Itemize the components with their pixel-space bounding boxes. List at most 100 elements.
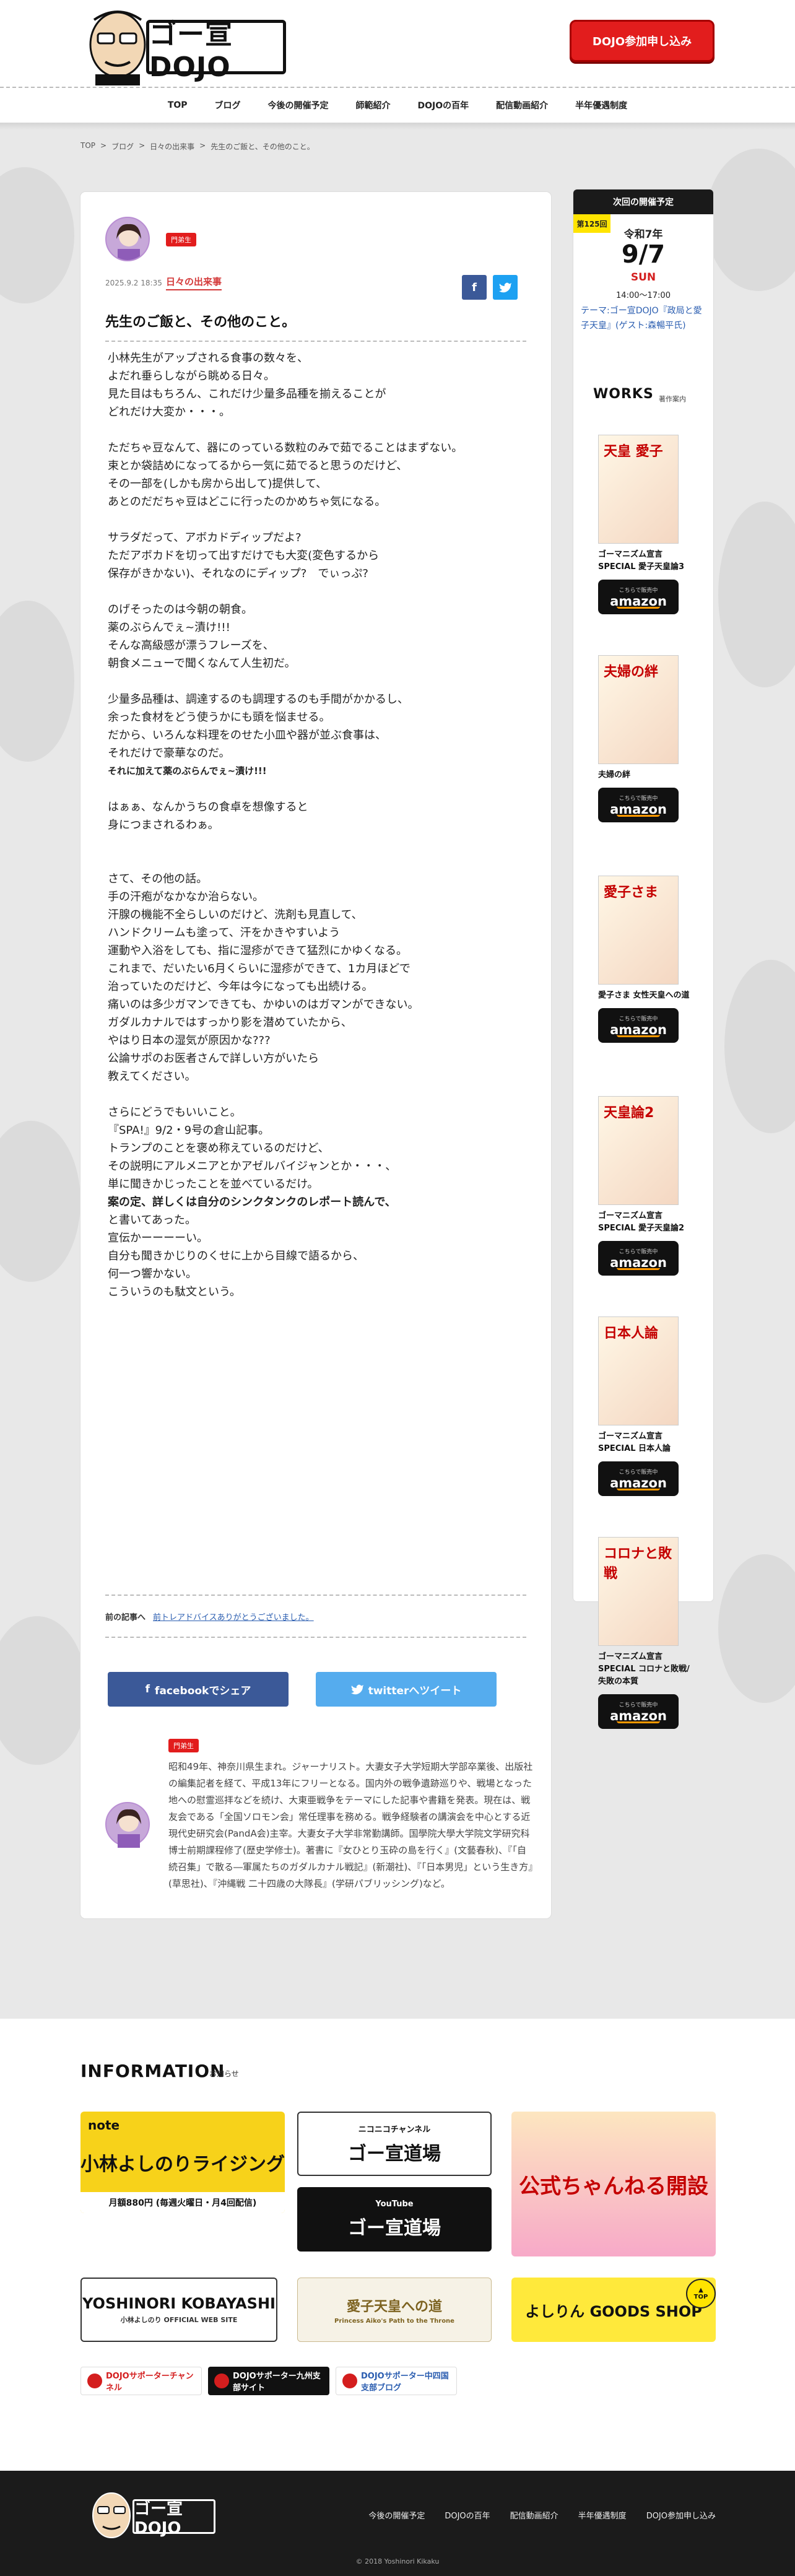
supporter-channel-link[interactable]: DOJOサポーターチャンネル <box>80 2367 202 2395</box>
logo-wordmark: ゴー宣DOJO <box>146 19 286 83</box>
supporter-chushikoku-link[interactable]: DOJOサポーター中四国支部ブログ <box>336 2367 457 2395</box>
post-paragraph: サラダだって、アボカドディップだよ? ただアボカドを切って出すだけでも大変(変色… <box>108 531 380 580</box>
nav-item-top[interactable]: TOP <box>154 100 201 110</box>
author-profile-avatar[interactable] <box>105 1802 150 1848</box>
post-paragraph: さらにどうでもいいこと。 『SPA!』9/2・9号の倉山記事。 トランプのことを… <box>108 1106 397 1191</box>
book-cover[interactable]: コロナと敗戦 <box>598 1537 679 1646</box>
nav-item-benefit[interactable]: 半年優遇制度 <box>562 99 641 111</box>
background-figure <box>718 1554 795 1703</box>
supporter-logo-icon <box>214 2374 229 2388</box>
note-logo-icon: note <box>88 2118 120 2133</box>
official-channel-banner[interactable]: 公式ちゃんねる開設 <box>511 2112 716 2256</box>
event-date: 9/7 <box>621 240 666 269</box>
aiko-banner-title: 愛子天皇への道 <box>346 2299 442 2315</box>
facebook-icon: f <box>145 1683 150 1695</box>
footer-link-schedule[interactable]: 今後の開催予定 <box>368 2509 425 2521</box>
work-item: コロナと敗戦 ゴーマニズム宣言SPECIAL コロナと敗戦/失敗の本質 こちらで… <box>598 1537 691 1729</box>
event-theme-link[interactable]: テーマ:ゴー宣DOJO『政局と愛子天皇』(ゲスト:森暢平氏) <box>581 303 706 333</box>
amazon-caption: こちらで販売中 <box>619 1016 658 1022</box>
post-paragraph: と書いてあった。 宣伝かーーーーい。 自分も聞きかじりのくせに上から目線で語るか… <box>108 1214 364 1299</box>
breadcrumb: TOP > ブログ > 日々の出来事 > 先生のご飯と、その他のこと。 <box>80 141 315 154</box>
author-badge: 門弟生 <box>168 1739 199 1752</box>
facebook-share-icon[interactable]: f <box>462 275 487 300</box>
event-era: 令和7年 <box>623 228 663 241</box>
nav-item-masters[interactable]: 師範紹介 <box>342 99 404 111</box>
twitter-share-button[interactable]: twitterへツイート <box>316 1672 497 1707</box>
niconico-channel-banner[interactable]: ニコニコチャンネル ゴー宣道場 <box>297 2112 492 2176</box>
event-day-of-week: SUN <box>630 271 656 284</box>
supporter-kyushu-link[interactable]: DOJOサポーター九州支部サイト <box>208 2367 329 2395</box>
site-logo[interactable]: ゴー宣DOJO <box>83 7 287 85</box>
note-rising-banner[interactable]: note 小林よしのりライジング 月額880円 (毎週火曜日・月4回配信) <box>80 2112 285 2213</box>
back-to-top-button[interactable]: ▲ TOP <box>686 2279 716 2308</box>
previous-post-link[interactable]: 前トレアドバイスありがとうございました。 <box>153 1611 314 1622</box>
footer-logo[interactable]: ゴー宣DOJO <box>88 2489 217 2543</box>
nav-item-videos[interactable]: 配信動画紹介 <box>482 99 562 111</box>
breadcrumb-category[interactable]: 日々の出来事 <box>150 141 194 154</box>
youtube-channel-banner[interactable]: YouTube ゴー宣道場 <box>297 2187 492 2252</box>
background-figure <box>0 1121 80 1282</box>
book-title[interactable]: ゴーマニズム宣言SPECIAL 愛子天皇論2 <box>598 1210 691 1235</box>
footer-logo-wordmark: ゴー宣DOJO <box>132 2499 215 2538</box>
amazon-button[interactable]: こちらで販売中 amazon <box>598 580 679 614</box>
official-website-banner[interactable]: YOSHINORI KOBAYASHI 小林よしのり OFFICIAL WEB … <box>80 2278 277 2342</box>
mascot-face-icon <box>89 11 146 85</box>
nav-item-history[interactable]: DOJOの百年 <box>404 99 483 111</box>
goods-shop-banner[interactable]: よしりん GOODS SHOP <box>511 2278 716 2342</box>
background-figure <box>718 502 795 687</box>
author-avatar[interactable] <box>105 217 150 261</box>
author-bio: 昭和49年、神奈川県生まれ。ジャーナリスト。大妻女子大学短期大学部卒業後、出版社… <box>168 1761 533 1889</box>
twitter-share-icon[interactable] <box>493 275 518 300</box>
post-bold-line: それに加えて薬のぶらんでぇ~漬け!!! <box>108 765 267 777</box>
post-paragraph: ただちゃ豆なんて、器にのっている数粒のみで茹でることはまずない。 束とか袋詰めに… <box>108 442 463 508</box>
copyright: © 2018 Yoshinori Kikaku <box>355 2557 440 2565</box>
breadcrumb-separator: > <box>199 141 206 150</box>
book-cover[interactable]: 夫婦の絆 <box>598 655 679 764</box>
sidebar: 次回の開催予定 第125回 令和7年 9/7 SUN 14:00〜17:00 テ… <box>573 189 713 1601</box>
work-item: 夫婦の絆 夫婦の絆 こちらで販売中 amazon <box>598 655 691 822</box>
post-paragraph: はぁぁ、なんかうちの食卓を想像すると 身につまされるわぁ。 <box>108 801 308 832</box>
book-cover[interactable]: 天皇論2 <box>598 1096 679 1205</box>
book-title[interactable]: 夫婦の絆 <box>598 769 691 781</box>
amazon-smile-icon <box>617 1035 660 1037</box>
footer-link-videos[interactable]: 配信動画紹介 <box>510 2509 558 2521</box>
breadcrumb-current: 先生のご飯と、その他のこと。 <box>211 142 315 151</box>
facebook-share-button[interactable]: f facebookでシェア <box>108 1672 289 1707</box>
nav-item-blog[interactable]: ブログ <box>201 99 254 111</box>
amazon-button[interactable]: こちらで販売中 amazon <box>598 788 679 822</box>
amazon-caption: こちらで販売中 <box>619 587 658 594</box>
amazon-button[interactable]: こちらで販売中 amazon <box>598 1694 679 1729</box>
amazon-caption: こちらで販売中 <box>619 1702 658 1708</box>
amazon-button[interactable]: こちらで販売中 amazon <box>598 1008 679 1043</box>
category-link[interactable]: 日々の出来事 <box>166 275 222 290</box>
book-title[interactable]: ゴーマニズム宣言SPECIAL コロナと敗戦/失敗の本質 <box>598 1651 691 1688</box>
nav-item-schedule[interactable]: 今後の開催予定 <box>254 99 342 111</box>
footer-link-benefit[interactable]: 半年優遇制度 <box>578 2509 627 2521</box>
background-figure <box>0 167 74 303</box>
background-figure <box>706 149 795 291</box>
breadcrumb-top[interactable]: TOP <box>80 141 95 154</box>
breadcrumb-blog[interactable]: ブログ <box>111 141 134 154</box>
amazon-button[interactable]: こちらで販売中 amazon <box>598 1241 679 1276</box>
book-title[interactable]: ゴーマニズム宣言SPECIAL 日本人論 <box>598 1430 691 1455</box>
facebook-share-label: facebookでシェア <box>155 1684 251 1697</box>
join-dojo-button[interactable]: DOJO参加申し込み <box>570 20 715 62</box>
work-item: 天皇 愛子 ゴーマニズム宣言SPECIAL 愛子天皇論3 こちらで販売中 ama… <box>598 435 691 614</box>
amazon-smile-icon <box>617 1268 660 1270</box>
footer-link-join[interactable]: DOJO参加申し込み <box>646 2509 716 2521</box>
goods-shop-title: よしりん GOODS SHOP <box>525 2302 702 2320</box>
book-cover[interactable]: 日本人論 <box>598 1316 679 1425</box>
book-title[interactable]: 愛子さま 女性天皇への道 <box>598 990 691 1002</box>
book-cover[interactable]: 天皇 愛子 <box>598 435 679 544</box>
book-cover[interactable]: 愛子さま <box>598 876 679 985</box>
work-item: 愛子さま 愛子さま 女性天皇への道 こちらで販売中 amazon <box>598 876 691 1043</box>
main-nav: TOP ブログ 今後の開催予定 師範紹介 DOJOの百年 配信動画紹介 半年優遇… <box>0 88 795 123</box>
amazon-button[interactable]: こちらで販売中 amazon <box>598 1461 679 1496</box>
book-title[interactable]: ゴーマニズム宣言SPECIAL 愛子天皇論3 <box>598 549 691 573</box>
aiko-path-banner[interactable]: 愛子天皇への道 Princess Aiko's Path to the Thro… <box>297 2278 492 2342</box>
footer-link-history[interactable]: DOJOの百年 <box>445 2509 490 2521</box>
youtube-logo-icon: YouTube <box>375 2199 414 2209</box>
post-paragraph: さて、その他の話。 手の汗疱がなかなか治らない。 汗腺の機能不全らしいのだけど、… <box>108 872 419 1083</box>
previous-post-label: 前の記事へ <box>105 1612 146 1622</box>
post-paragraph: 小林先生がアップされる食事の数々を、 よだれ垂らしながら眺める日々。 見た目はも… <box>108 352 386 419</box>
